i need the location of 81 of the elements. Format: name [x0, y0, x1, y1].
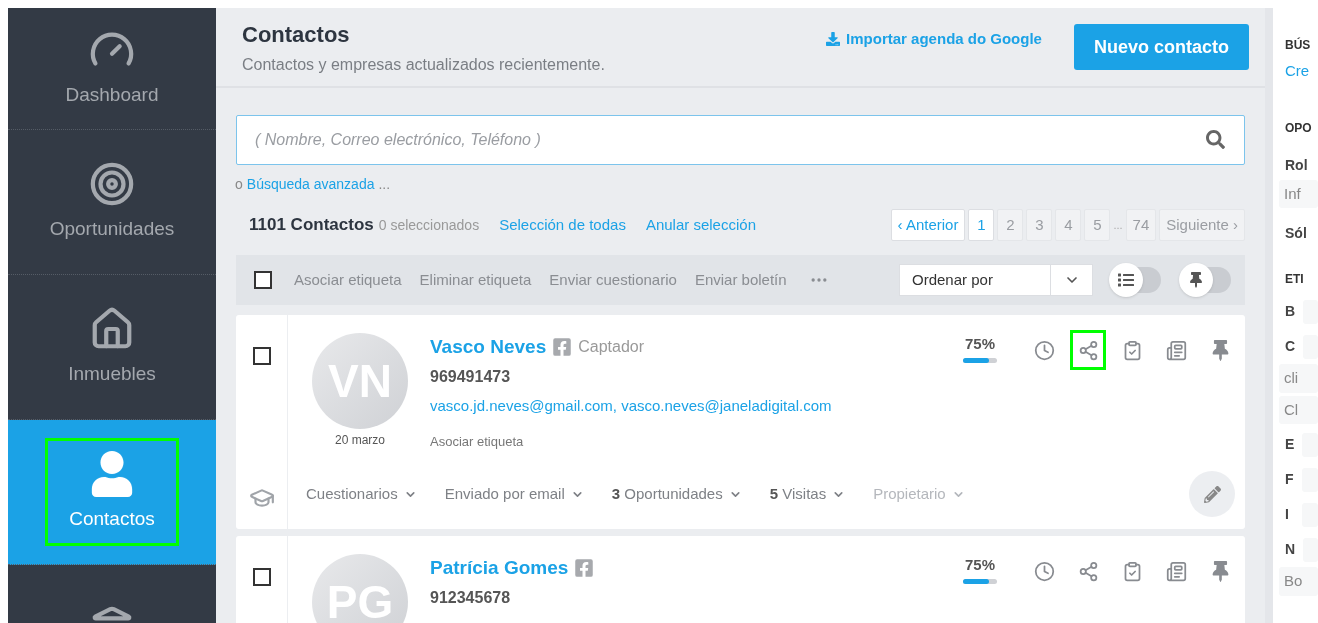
- download-icon: [826, 32, 841, 47]
- edit-button[interactable]: [1189, 471, 1235, 517]
- footer-dropdown[interactable]: Enviado por email: [444, 482, 584, 506]
- bulk-action-link[interactable]: Enviar cuestionario: [549, 268, 677, 292]
- newspaper-icon: [1165, 560, 1187, 582]
- sidebar-label: Contactos: [69, 506, 155, 531]
- action-button[interactable]: [1073, 333, 1103, 367]
- pagination-button[interactable]: 3: [1026, 209, 1053, 241]
- panel-heading: OPO: [1285, 119, 1313, 137]
- page-subtitle: Contactos y empresas actualizados recientemente.: [242, 55, 606, 75]
- panel-letter: C: [1285, 337, 1296, 356]
- import-link[interactable]: Importar agenda do Google: [826, 28, 1042, 51]
- associate-tag-link[interactable]: Asociar etiqueta: [430, 431, 963, 451]
- newspaper-icon: [1165, 339, 1187, 361]
- panel-field[interactable]: Inf: [1279, 179, 1318, 208]
- new-contact-button[interactable]: Nuevo contacto: [1073, 24, 1249, 70]
- contact-date: 20 marzo: [335, 432, 385, 449]
- contact-name[interactable]: Patrícia Gomes: [430, 553, 569, 583]
- search-icon: [1206, 130, 1225, 149]
- completeness-percent: 75%: [965, 334, 995, 354]
- bulk-action-link[interactable]: Asociar etiqueta: [294, 268, 402, 292]
- contact-role: Captador: [578, 337, 645, 357]
- pagination-button[interactable]: 74: [1125, 209, 1157, 241]
- contact-phone: 969491473: [430, 367, 512, 387]
- contact-emails[interactable]: vasco.jd.neves@gmail.com, vasco.neves@janeladigital.com: [430, 395, 963, 418]
- sidebar-label: Dashboard: [65, 83, 159, 108]
- facebook-icon[interactable]: [574, 558, 595, 578]
- panel-field[interactable]: Bo: [1279, 567, 1318, 596]
- bulk-action-link[interactable]: Eliminar etiqueta: [419, 268, 532, 292]
- target-icon: [89, 160, 135, 207]
- panel-letter: E: [1285, 435, 1295, 454]
- panel-letter: N: [1285, 540, 1296, 559]
- list-icon: [1118, 272, 1134, 288]
- pin-icon: [1188, 272, 1204, 288]
- selected-count: 0 seleccionados: [378, 215, 480, 235]
- clock-icon: [1033, 339, 1055, 361]
- contact-phone: 912345678: [430, 588, 512, 608]
- page-title: Contactos: [242, 21, 351, 49]
- clock-icon: [1033, 560, 1055, 582]
- checkbox[interactable]: [252, 347, 271, 365]
- panel-heading: BÚS: [1285, 36, 1312, 54]
- checkbox[interactable]: [252, 568, 271, 586]
- completeness-percent: 75%: [965, 555, 995, 575]
- footer-dropdown[interactable]: 5 Visitas: [769, 482, 846, 506]
- sidebar-item[interactable]: Contactos: [8, 420, 216, 565]
- share-icon: [1077, 560, 1099, 582]
- advanced-prefix: o: [235, 175, 243, 194]
- panel-letter: F: [1285, 470, 1295, 489]
- sidebar-label: Inmuebles: [68, 361, 156, 386]
- panel-letter: B: [1285, 302, 1296, 321]
- panel-label: Sól: [1285, 224, 1308, 243]
- pagination-ellipsis: ...: [1113, 217, 1123, 233]
- pagination-button[interactable]: 4: [1055, 209, 1082, 241]
- share-icon: [1077, 339, 1099, 361]
- pagination-button[interactable]: 2: [997, 209, 1024, 241]
- panel-letter: I: [1285, 505, 1290, 524]
- pagination-button[interactable]: 1: [968, 209, 995, 241]
- sort-select[interactable]: Ordenar por: [899, 264, 1093, 296]
- panel-field[interactable]: Cl: [1279, 395, 1318, 424]
- pagination-button[interactable]: ‹ Anterior: [890, 209, 966, 241]
- checkbox[interactable]: [254, 271, 272, 289]
- pagination-button[interactable]: Siguiente ›: [1159, 209, 1245, 241]
- bulk-action-link[interactable]: Enviar boletín: [694, 268, 787, 292]
- advanced-suffix: ...: [378, 175, 391, 194]
- clear-selection-link[interactable]: Anular selección: [645, 213, 756, 237]
- sidebar-label: Oportunidades: [49, 216, 175, 241]
- user-icon: [89, 450, 135, 497]
- pencil-icon: [1203, 485, 1221, 503]
- search-field[interactable]: ( Nombre, Correo electrónico, Teléfono ): [236, 115, 1245, 165]
- panel-heading: ETI: [1285, 271, 1305, 288]
- panel-label: Rol: [1285, 155, 1309, 175]
- footer-dropdown[interactable]: 3 Oportunidades: [611, 482, 742, 506]
- panel-field[interactable]: cli: [1279, 364, 1318, 393]
- select-all-link[interactable]: Selección de todas: [499, 213, 626, 237]
- footer-dropdown[interactable]: Cuestionarios: [306, 482, 417, 506]
- contact-name[interactable]: Vasco Neves: [430, 332, 547, 362]
- contact-count: 1101 Contactos: [249, 214, 374, 237]
- advanced-search-link[interactable]: Búsqueda avanzada: [246, 174, 375, 195]
- pagination-button[interactable]: 5: [1084, 209, 1111, 241]
- facebook-icon[interactable]: [552, 337, 573, 357]
- panel-link[interactable]: Cre: [1285, 60, 1318, 83]
